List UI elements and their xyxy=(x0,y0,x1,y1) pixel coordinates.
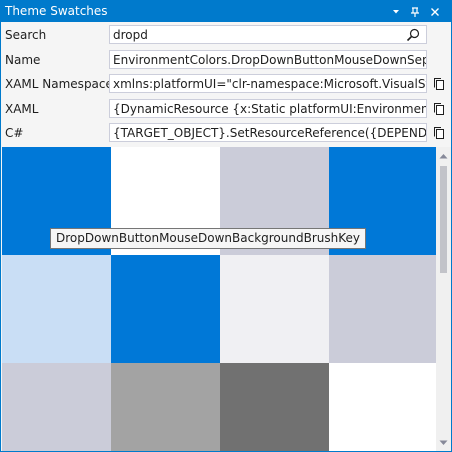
name-field[interactable]: EnvironmentColors.DropDownButtonMouseDow… xyxy=(109,50,427,69)
close-icon xyxy=(431,7,439,16)
swatch[interactable] xyxy=(2,255,111,363)
scroll-down-button[interactable] xyxy=(436,434,451,451)
copy-icon[interactable] xyxy=(431,125,447,141)
xaml-namespace-row: XAML Namespace xmlns:platformUI="clr-nam… xyxy=(1,72,451,96)
xaml-field[interactable]: {DynamicResource {x:Static platformUI:En… xyxy=(109,99,427,118)
scroll-up-button[interactable] xyxy=(436,147,451,164)
csharp-row: C# {TARGET_OBJECT}.SetResourceReference(… xyxy=(1,121,451,145)
theme-swatches-window: Theme Swatches Search Name EnvironmentCo… xyxy=(0,0,452,452)
swatch-grid xyxy=(2,147,436,451)
pin-icon xyxy=(411,6,419,17)
csharp-field[interactable]: {TARGET_OBJECT}.SetResourceReference({DE… xyxy=(109,123,427,142)
swatch[interactable] xyxy=(329,255,436,363)
close-button[interactable] xyxy=(426,1,444,22)
scroll-down-icon xyxy=(439,440,448,445)
scroll-thumb[interactable] xyxy=(440,166,447,273)
chevron-down-icon xyxy=(393,9,399,13)
name-value: EnvironmentColors.DropDownButtonMouseDow… xyxy=(113,53,426,67)
window-title: Theme Swatches xyxy=(5,4,108,18)
copy-icon[interactable] xyxy=(431,101,447,117)
swatch[interactable] xyxy=(220,255,329,363)
swatch-tooltip: DropDownButtonMouseDownBackgroundBrushKe… xyxy=(50,228,366,249)
xaml-row: XAML {DynamicResource {x:Static platform… xyxy=(1,97,451,121)
xaml-namespace-label: XAML Namespace xyxy=(5,77,113,91)
vertical-scrollbar[interactable] xyxy=(436,147,451,451)
search-label: Search xyxy=(5,28,47,42)
scroll-up-icon xyxy=(439,153,448,158)
copy-icon[interactable] xyxy=(431,76,447,92)
csharp-value: {TARGET_OBJECT}.SetResourceReference({DE… xyxy=(113,126,427,140)
swatch[interactable] xyxy=(2,363,111,451)
name-row: Name EnvironmentColors.DropDownButtonMou… xyxy=(1,48,451,72)
window-menu-button[interactable] xyxy=(387,1,405,22)
swatch[interactable] xyxy=(111,363,220,451)
pin-button[interactable] xyxy=(406,1,424,22)
title-bar[interactable]: Theme Swatches xyxy=(1,1,451,22)
search-input[interactable] xyxy=(109,25,427,44)
xaml-value: {DynamicResource {x:Static platformUI:En… xyxy=(113,102,426,116)
name-label: Name xyxy=(5,53,41,67)
swatch[interactable] xyxy=(220,363,329,451)
xaml-namespace-value: xmlns:platformUI="clr-namespace:Microsof… xyxy=(113,77,426,91)
search-icon[interactable] xyxy=(405,27,421,43)
search-row: Search xyxy=(1,23,451,47)
xaml-namespace-field[interactable]: xmlns:platformUI="clr-namespace:Microsof… xyxy=(109,74,427,93)
swatch[interactable] xyxy=(329,363,436,451)
swatch[interactable] xyxy=(111,255,220,363)
xaml-label: XAML xyxy=(5,102,39,116)
csharp-label: C# xyxy=(5,126,24,140)
